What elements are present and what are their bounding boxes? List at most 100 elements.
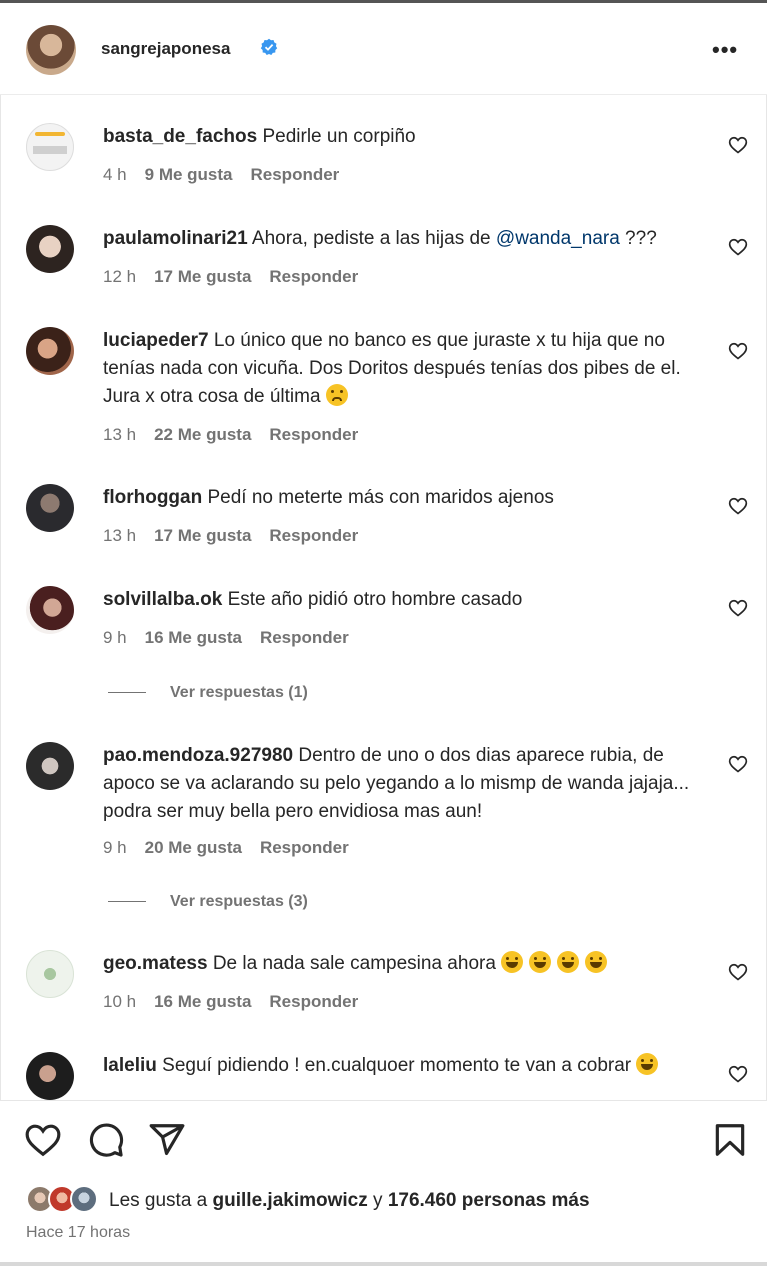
heart-icon[interactable] — [728, 754, 748, 774]
liked-by-user[interactable]: guille.jakimowicz — [213, 1190, 368, 1211]
reply-button[interactable]: Responder — [269, 992, 358, 1011]
commenter-avatar[interactable] — [26, 950, 74, 998]
comment-likes[interactable]: 9 Me gusta — [145, 165, 233, 184]
laughing-face-emoji-icon — [501, 951, 524, 973]
heart-icon[interactable] — [728, 496, 748, 516]
commenter-avatar[interactable] — [26, 327, 74, 375]
comment-body: De la nada sale campesina ahora — [212, 953, 496, 974]
author-avatar[interactable] — [26, 25, 76, 75]
comment-text: luciapeder7 Lo único que no banco es que… — [103, 327, 713, 411]
comment-body-end: ??? — [619, 228, 657, 249]
heart-icon[interactable] — [728, 341, 748, 361]
heart-icon[interactable] — [728, 598, 748, 618]
laughing-face-emoji-icon — [557, 951, 580, 973]
comment-meta: 13 h 17 Me gusta Responder — [103, 526, 376, 546]
liker-avatars[interactable] — [26, 1185, 106, 1215]
reply-button[interactable]: Responder — [269, 425, 358, 444]
likes-conjunction: y — [367, 1190, 388, 1211]
view-replies-label: Ver respuestas (3) — [170, 893, 308, 910]
laughing-face-emoji-icon — [636, 1053, 659, 1075]
comment-body: Seguí pidiendo ! en.cualquoer momento te… — [162, 1055, 632, 1076]
commenter-avatar[interactable] — [26, 123, 74, 171]
comments-list: basta_de_fachos Pedirle un corpiño 4 h 9 … — [0, 96, 767, 1100]
heart-icon[interactable] — [728, 962, 748, 982]
comment-body: Pedirle un corpiño — [262, 126, 416, 147]
comment-likes[interactable]: 16 Me gusta — [145, 628, 242, 647]
heart-icon[interactable] — [24, 1121, 62, 1159]
comment-likes[interactable]: 16 Me gusta — [154, 992, 251, 1011]
comment-time: 9 h — [103, 838, 127, 857]
comment-username[interactable]: florhoggan — [103, 487, 202, 508]
comment-meta: 4 h 9 Me gusta Responder — [103, 165, 357, 185]
comment-body: Ahora, pediste a las hijas de — [251, 228, 496, 249]
author-username[interactable]: sangrejaponesa — [101, 39, 230, 59]
comment-meta: 10 h 16 Me gusta Responder — [103, 992, 376, 1012]
reply-button[interactable]: Responder — [251, 165, 340, 184]
commenter-avatar[interactable] — [26, 742, 74, 790]
comment-meta: 9 h 16 Me gusta Responder — [103, 628, 367, 648]
comment-time: 13 h — [103, 425, 137, 444]
comment-username[interactable]: basta_de_fachos — [103, 126, 257, 147]
comment-likes[interactable]: 22 Me gusta — [154, 425, 251, 444]
view-replies-button[interactable]: Ver respuestas (3) — [108, 893, 308, 911]
comment-icon[interactable] — [87, 1121, 125, 1159]
window-bottom-border — [0, 1262, 767, 1266]
comment-likes[interactable]: 17 Me gusta — [154, 267, 251, 286]
mention-link[interactable]: @wanda_nara — [496, 228, 620, 249]
bookmark-icon[interactable] — [711, 1121, 749, 1159]
liker-avatar — [70, 1185, 98, 1213]
heart-icon[interactable] — [728, 237, 748, 257]
comment-username[interactable]: paulamolinari21 — [103, 228, 248, 249]
comment-time: 13 h — [103, 526, 137, 545]
heart-icon[interactable] — [728, 1064, 748, 1084]
comment-meta: 12 h 17 Me gusta Responder — [103, 267, 376, 287]
comment-text: pao.mendoza.927980 Dentro de uno o dos d… — [103, 742, 713, 826]
comment-meta: 13 h 22 Me gusta Responder — [103, 425, 376, 445]
comment-likes[interactable]: 20 Me gusta — [145, 838, 242, 857]
comment-time: 4 h — [103, 165, 127, 184]
comment-username[interactable]: solvillalba.ok — [103, 589, 222, 610]
reply-button[interactable]: Responder — [260, 838, 349, 857]
comment-username[interactable]: geo.matess — [103, 953, 208, 974]
reply-button[interactable]: Responder — [269, 267, 358, 286]
reply-button[interactable]: Responder — [260, 628, 349, 647]
comment-username[interactable]: laleliu — [103, 1055, 157, 1076]
comment-username[interactable]: pao.mendoza.927980 — [103, 745, 293, 766]
comment-text: basta_de_fachos Pedirle un corpiño — [103, 123, 713, 151]
comment-text: laleliu Seguí pidiendo ! en.cualquoer mo… — [103, 1052, 713, 1080]
comment-time: 9 h — [103, 628, 127, 647]
view-replies-button[interactable]: Ver respuestas (1) — [108, 684, 308, 702]
comment-time: 10 h — [103, 992, 137, 1011]
laughing-face-emoji-icon — [585, 951, 608, 973]
likes-summary: Les gusta a guille.jakimowicz y 176.460 … — [109, 1190, 590, 1212]
comment-username[interactable]: luciapeder7 — [103, 330, 209, 351]
comment-body: Este año pidió otro hombre casado — [227, 589, 523, 610]
comment-likes[interactable]: 17 Me gusta — [154, 526, 251, 545]
reply-button[interactable]: Responder — [269, 526, 358, 545]
commenter-avatar[interactable] — [26, 484, 74, 532]
post-header: sangrejaponesa ••• — [0, 3, 767, 95]
share-icon[interactable] — [148, 1121, 186, 1159]
post-time-ago[interactable]: Hace 17 horas — [26, 1224, 130, 1242]
heart-icon[interactable] — [728, 135, 748, 155]
commenter-avatar[interactable] — [26, 586, 74, 634]
more-options-icon[interactable]: ••• — [712, 37, 738, 63]
replies-divider — [108, 692, 146, 694]
comment-time: 12 h — [103, 267, 137, 286]
commenter-avatar[interactable] — [26, 1052, 74, 1100]
comment-text: solvillalba.ok Este año pidió otro hombr… — [103, 586, 713, 614]
replies-divider — [108, 901, 146, 903]
view-replies-label: Ver respuestas (1) — [170, 684, 308, 701]
verified-badge-icon — [260, 38, 278, 55]
commenter-avatar[interactable] — [26, 225, 74, 273]
comment-body: Pedí no meterte más con maridos ajenos — [207, 487, 554, 508]
comment-text: geo.matess De la nada sale campesina aho… — [103, 950, 713, 978]
comment-text: paulamolinari21 Ahora, pediste a las hij… — [103, 225, 713, 253]
post-footer: Les gusta a guille.jakimowicz y 176.460 … — [0, 1100, 767, 1266]
comment-meta: 9 h 20 Me gusta Responder — [103, 838, 367, 858]
comment-text: florhoggan Pedí no meterte más con marid… — [103, 484, 713, 512]
likes-count[interactable]: 176.460 personas más — [388, 1190, 590, 1211]
laughing-face-emoji-icon — [529, 951, 552, 973]
sad-face-emoji-icon — [325, 384, 348, 406]
likes-prefix: Les gusta a — [109, 1190, 213, 1211]
